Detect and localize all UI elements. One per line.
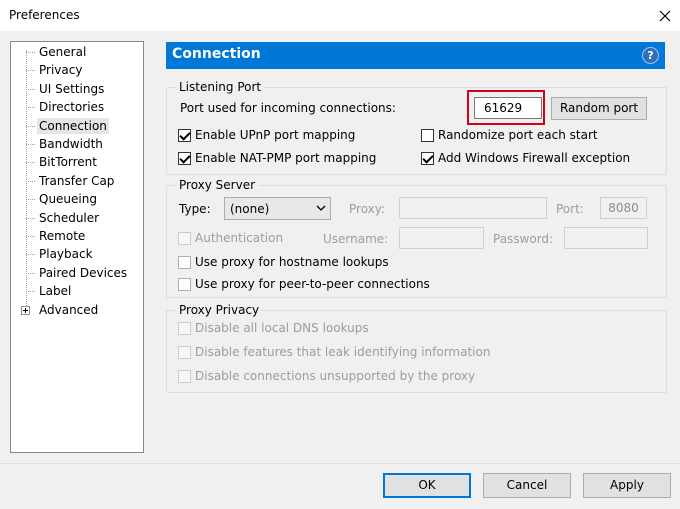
tree-item-remote[interactable]: Remote: [37, 228, 87, 244]
proxy-server-legend: Proxy Server: [176, 178, 259, 192]
authentication-box: [178, 231, 191, 245]
title-bar: Preferences: [0, 0, 680, 31]
window-title: Preferences: [9, 8, 80, 22]
natpmp-box: [178, 151, 191, 165]
tree-connector: [26, 217, 35, 219]
tree-connector: [26, 272, 35, 274]
username-input[interactable]: [399, 227, 484, 249]
disable-dns-checkbox[interactable]: Disable all local DNS lookups: [178, 320, 369, 336]
authentication-label: Authentication: [195, 231, 284, 245]
hostname-lookups-checkbox[interactable]: Use proxy for hostname lookups: [178, 254, 389, 270]
tree-item-directories[interactable]: Directories: [37, 99, 106, 115]
tree-connector: [26, 88, 35, 90]
disable-unsupported-label: Disable connections unsupported by the p…: [195, 369, 476, 383]
authentication-checkbox[interactable]: Authentication: [178, 230, 283, 246]
firewall-box: [421, 151, 434, 165]
tree-connector: [26, 125, 35, 127]
proxy-type-dropdown[interactable]: (none): [224, 197, 331, 220]
tree-item-transfer-cap[interactable]: Transfer Cap: [37, 173, 116, 189]
disable-dns-label: Disable all local DNS lookups: [195, 321, 369, 335]
tree-item-queueing[interactable]: Queueing: [37, 191, 99, 207]
tree-connector: [26, 180, 35, 182]
section-title: Connection: [172, 46, 261, 62]
randomize-box: [421, 128, 434, 142]
tree-connector: [26, 199, 35, 201]
proxy-type-label: Type:: [179, 202, 211, 216]
section-header: Connection ?: [166, 42, 665, 69]
firewall-exception-checkbox[interactable]: Add Windows Firewall exception: [421, 150, 630, 166]
listening-port-legend: Listening Port: [176, 80, 265, 94]
tree-item-scheduler[interactable]: Scheduler: [37, 210, 101, 226]
disable-leak-box: [178, 345, 191, 359]
password-input[interactable]: [564, 227, 648, 249]
tree-item-bittorrent[interactable]: BitTorrent: [37, 154, 99, 170]
disable-unsupported-checkbox[interactable]: Disable connections unsupported by the p…: [178, 368, 475, 384]
peer-connections-label: Use proxy for peer-to-peer connections: [195, 277, 430, 291]
username-label: Username:: [323, 232, 389, 246]
tree-connector: [26, 162, 35, 164]
random-port-button[interactable]: Random port: [551, 97, 647, 120]
tree-connector: [26, 107, 35, 109]
tree-item-privacy[interactable]: Privacy: [37, 62, 84, 78]
tree-connector: [26, 291, 35, 293]
password-label: Password:: [493, 232, 554, 246]
tree-item-advanced[interactable]: Advanced: [37, 302, 100, 318]
preferences-tree[interactable]: General Privacy UI Settings Directories Conn…: [10, 41, 144, 453]
hostname-lookups-label: Use proxy for hostname lookups: [195, 255, 389, 269]
port-label: Port used for incoming connections:: [180, 101, 396, 115]
disable-leak-label: Disable features that leak identifying i…: [195, 345, 491, 359]
cancel-button[interactable]: Cancel: [483, 473, 571, 498]
port-highlight-box: [467, 90, 545, 125]
upnp-checkbox[interactable]: Enable UPnP port mapping: [178, 127, 355, 143]
hostname-lookups-box: [178, 255, 191, 269]
natpmp-label: Enable NAT-PMP port mapping: [195, 151, 377, 165]
disable-dns-box: [178, 321, 191, 335]
tree-item-label[interactable]: Label: [37, 283, 73, 299]
tree-connector: [26, 70, 35, 72]
peer-connections-box: [178, 277, 191, 291]
upnp-label: Enable UPnP port mapping: [195, 128, 356, 142]
tree-connector: [26, 236, 35, 237]
tree-item-general[interactable]: General: [37, 44, 88, 60]
firewall-label: Add Windows Firewall exception: [438, 151, 631, 165]
disable-unsupported-box: [178, 369, 191, 383]
apply-button[interactable]: Apply: [583, 473, 671, 498]
expand-plus-icon[interactable]: [21, 305, 30, 315]
disable-leak-checkbox[interactable]: Disable features that leak identifying i…: [178, 344, 490, 360]
dialog-button-bar: [0, 463, 680, 509]
natpmp-checkbox[interactable]: Enable NAT-PMP port mapping: [178, 150, 376, 166]
proxy-label: Proxy:: [349, 202, 386, 216]
tree-connector: [26, 52, 35, 53]
tree-item-paired-devices[interactable]: Paired Devices: [37, 265, 129, 281]
proxy-port-input[interactable]: 8080: [600, 197, 647, 219]
randomize-label: Randomize port each start: [438, 128, 598, 142]
proxy-type-value: (none): [230, 202, 270, 216]
tree-item-playback[interactable]: Playback: [37, 246, 95, 262]
proxy-input[interactable]: [399, 197, 547, 219]
chevron-down-icon: [316, 205, 326, 211]
tree-item-bandwidth[interactable]: Bandwidth: [37, 136, 105, 152]
tree-item-ui-settings[interactable]: UI Settings: [37, 81, 106, 97]
tree-connector: [26, 144, 35, 145]
ok-button[interactable]: OK: [383, 473, 471, 498]
upnp-box: [178, 128, 191, 142]
tree-item-connection[interactable]: Connection: [37, 117, 109, 134]
help-icon[interactable]: ?: [642, 47, 659, 64]
proxy-port-label: Port:: [556, 202, 584, 216]
close-button[interactable]: [650, 0, 680, 31]
tree-connector: [26, 254, 35, 256]
peer-connections-checkbox[interactable]: Use proxy for peer-to-peer connections: [178, 276, 430, 292]
randomize-port-checkbox[interactable]: Randomize port each start: [421, 127, 598, 143]
close-icon: [659, 10, 671, 21]
proxy-privacy-legend: Proxy Privacy: [176, 303, 263, 317]
